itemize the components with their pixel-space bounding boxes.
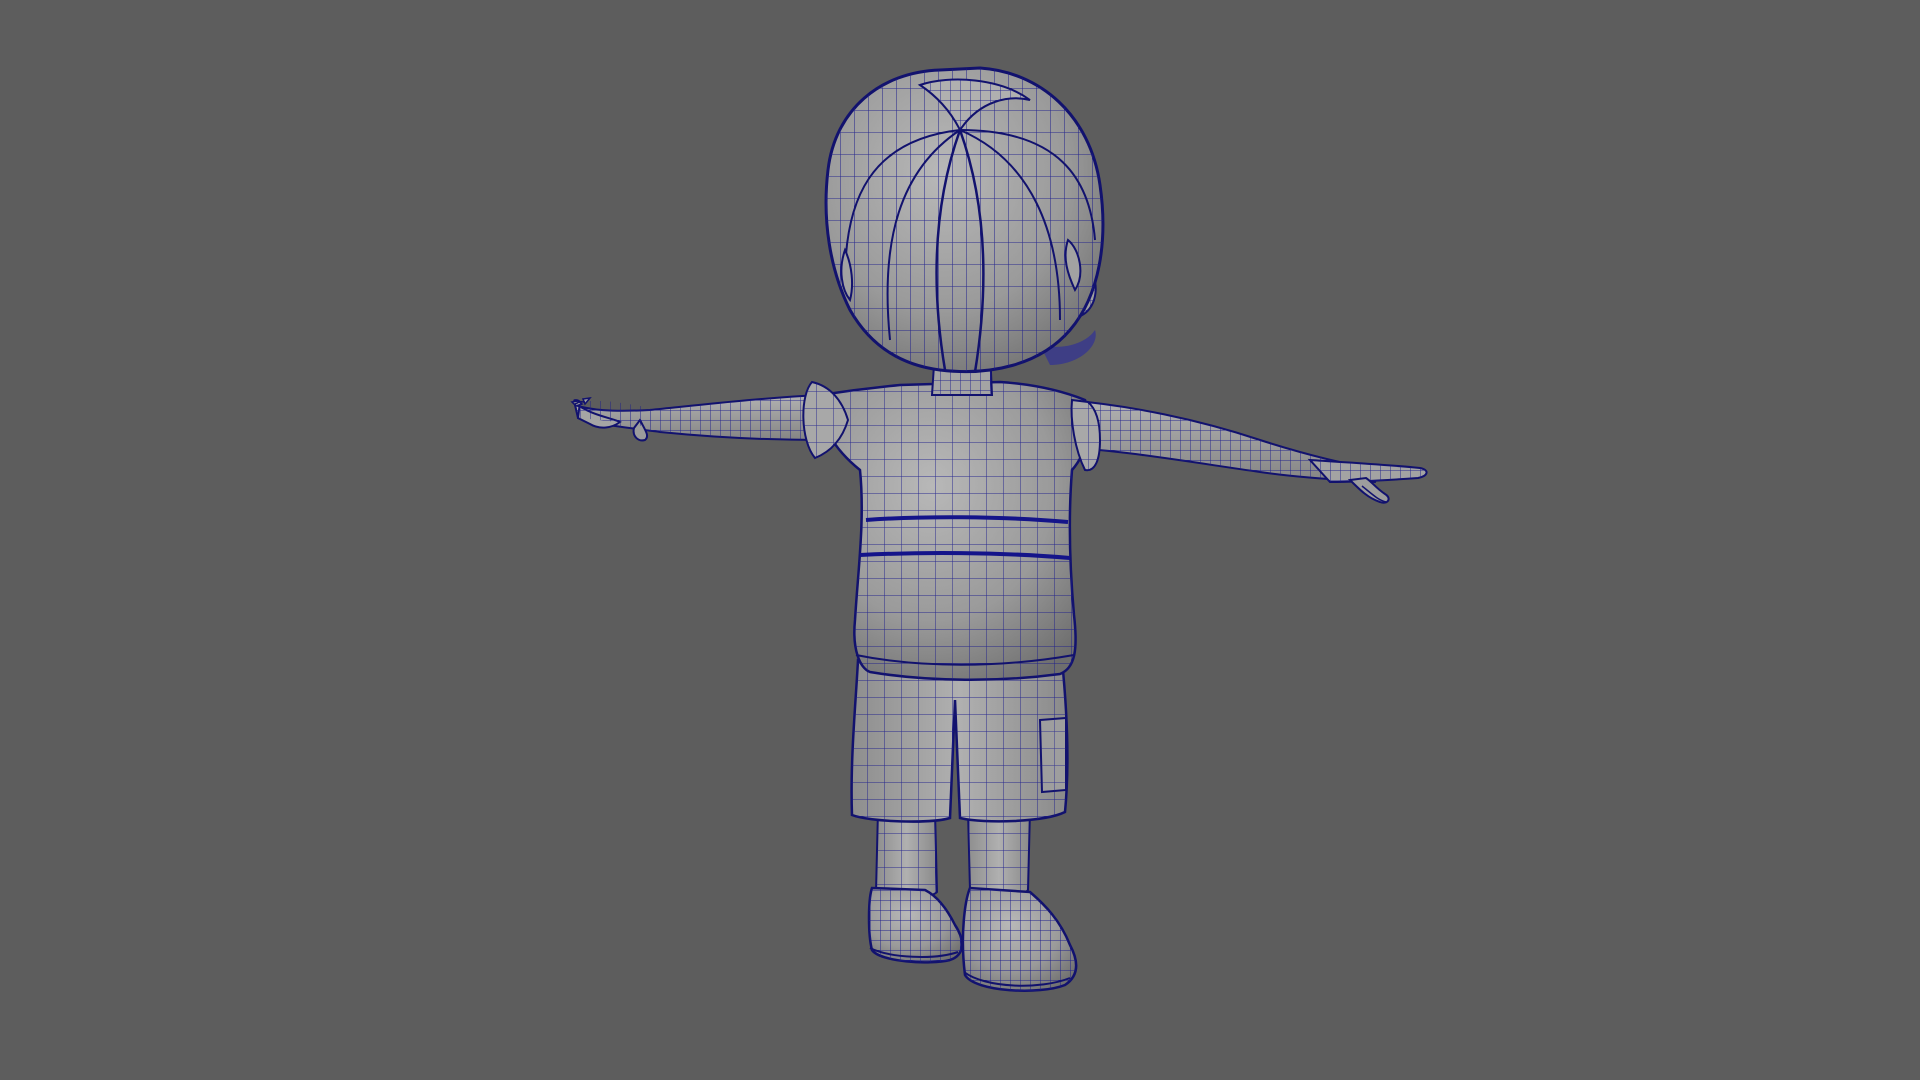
3d-viewport[interactable] bbox=[0, 0, 1920, 1080]
legs bbox=[874, 808, 1032, 899]
head bbox=[824, 66, 1105, 374]
right-arm bbox=[1063, 398, 1428, 504]
left-arm bbox=[570, 393, 824, 442]
shorts bbox=[850, 658, 1069, 823]
torso bbox=[802, 380, 1102, 681]
shoes bbox=[867, 886, 1078, 992]
character-model-wireframe[interactable] bbox=[0, 0, 1920, 1080]
